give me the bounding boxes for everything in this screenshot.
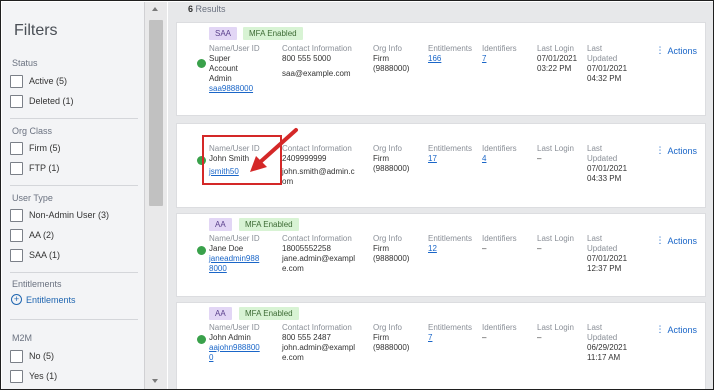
user-id-link[interactable]: saa9888000 xyxy=(209,84,260,94)
filter-option-non-admin[interactable]: Non-Admin User (3) xyxy=(10,207,109,223)
kebab-menu-icon: ⋮ xyxy=(655,45,664,55)
kebab-menu-icon: ⋮ xyxy=(655,235,664,245)
last-login-column: Last Login – xyxy=(537,144,574,163)
entitlements-link[interactable]: 12 xyxy=(428,244,472,254)
contact-column: Contact Information 800 555 5000 saa@exa… xyxy=(282,44,352,78)
name-column: Name/User ID Jane Doe janeadmin988 8000 xyxy=(209,234,260,273)
identifiers-column: Identifiers 4 xyxy=(482,144,517,164)
scroll-thumb[interactable] xyxy=(149,20,163,206)
name-column: Name/User ID John Admin aajohn988800 0 xyxy=(209,323,260,362)
actions-button[interactable]: ⋮ Actions xyxy=(655,145,697,156)
org-column: Org Info Firm (9888000) xyxy=(373,44,410,73)
role-tag: AA xyxy=(209,307,232,320)
kebab-menu-icon: ⋮ xyxy=(655,324,664,334)
results-panel: 6 Results SAA MFA Enabled Name/User ID S… xyxy=(168,2,713,389)
user-id-link[interactable]: janeadmin988 xyxy=(209,254,260,264)
checkbox[interactable] xyxy=(10,161,23,175)
user-type-section-label: User Type xyxy=(12,193,53,203)
filter-option-firm[interactable]: Firm (5) xyxy=(10,140,61,156)
entitlements-link[interactable]: 7 xyxy=(428,333,472,343)
role-tag: SAA xyxy=(209,27,238,40)
plus-circle-icon: + xyxy=(11,294,22,305)
filter-option-saa[interactable]: SAA (1) xyxy=(10,247,60,263)
contact-column: Contact Information 800 555 2487 john.ad… xyxy=(282,323,356,362)
last-updated-column: Last Updated 07/01/2021 04:32 PM xyxy=(587,44,628,83)
contact-column: Contact Information 18005552258 jane.adm… xyxy=(282,234,356,273)
user-card: AA MFA Enabled Name/User ID John Admin a… xyxy=(176,302,706,389)
filter-option-deleted[interactable]: Deleted (1) xyxy=(10,93,74,109)
entitlements-column: Entitlements 17 xyxy=(428,144,473,164)
user-card: Name/User ID John Smith jsmith50 Contact… xyxy=(176,123,706,208)
last-login-column: Last Login – xyxy=(537,323,574,342)
last-login-column: Last Login – xyxy=(537,234,574,253)
scroll-up-arrow-icon[interactable] xyxy=(152,7,158,11)
divider xyxy=(10,118,138,119)
identifiers-column: Identifiers 7 xyxy=(482,44,517,64)
filters-title: Filters xyxy=(14,22,58,39)
filter-option-active[interactable]: Active (5) xyxy=(10,73,67,89)
checkbox[interactable] xyxy=(10,369,23,383)
status-active-dot xyxy=(197,246,206,255)
entitlements-link[interactable]: 166 xyxy=(428,54,472,64)
entitlements-filter-link[interactable]: + Entitlements xyxy=(11,294,76,305)
org-class-section-label: Org Class xyxy=(12,126,53,136)
mfa-tag: MFA Enabled xyxy=(239,218,299,231)
scroll-down-arrow-icon[interactable] xyxy=(152,379,158,383)
org-column: Org Info Firm (9888000) xyxy=(373,323,410,352)
identifiers-link[interactable]: 7 xyxy=(482,54,517,64)
checkbox[interactable] xyxy=(10,74,23,88)
filter-option-m2m-yes[interactable]: Yes (1) xyxy=(10,368,57,384)
divider xyxy=(10,272,138,273)
status-active-dot xyxy=(197,59,206,68)
checkbox[interactable] xyxy=(10,208,23,222)
entitlements-column: Entitlements 7 xyxy=(428,323,473,343)
mfa-tag: MFA Enabled xyxy=(243,27,303,40)
m2m-section-label: M2M xyxy=(12,333,32,343)
sidebar-scrollbar[interactable] xyxy=(144,2,167,389)
kebab-menu-icon: ⋮ xyxy=(655,145,664,155)
filter-option-m2m-no[interactable]: No (5) xyxy=(10,348,54,364)
app-frame: Filters Status Active (5) Deleted (1) Or… xyxy=(0,0,714,390)
actions-button[interactable]: ⋮ Actions xyxy=(655,45,697,56)
name-column: Name/User ID Super Account Admin saa9888… xyxy=(209,44,260,94)
identifiers-link[interactable]: 4 xyxy=(482,154,517,164)
status-active-dot xyxy=(197,335,206,344)
role-tag: AA xyxy=(209,218,232,231)
org-column: Org Info Firm (9888000) xyxy=(373,144,410,173)
identifiers-column: Identifiers – xyxy=(482,234,517,253)
checkbox[interactable] xyxy=(10,248,23,262)
last-updated-column: Last Updated 07/01/2021 04:33 PM xyxy=(587,144,628,183)
last-updated-column: Last Updated 06/29/2021 11:17 AM xyxy=(587,323,628,362)
actions-button[interactable]: ⋮ Actions xyxy=(655,235,697,246)
entitlements-section-label: Entitlements xyxy=(12,279,62,289)
filters-sidebar: Filters Status Active (5) Deleted (1) Or… xyxy=(2,2,144,389)
identifiers-column: Identifiers – xyxy=(482,323,517,342)
mfa-tag: MFA Enabled xyxy=(239,307,299,320)
entitlements-link[interactable]: 17 xyxy=(428,154,472,164)
org-column: Org Info Firm (9888000) xyxy=(373,234,410,263)
checkbox[interactable] xyxy=(10,228,23,242)
user-id-link[interactable]: aajohn988800 xyxy=(209,343,260,353)
checkbox[interactable] xyxy=(10,94,23,108)
user-card: SAA MFA Enabled Name/User ID Super Accou… xyxy=(176,22,706,116)
last-updated-column: Last Updated 07/01/2021 12:37 PM xyxy=(587,234,628,273)
filter-option-aa[interactable]: AA (2) xyxy=(10,227,54,243)
user-card: AA MFA Enabled Name/User ID Jane Doe jan… xyxy=(176,213,706,297)
last-login-column: Last Login 07/01/2021 03:22 PM xyxy=(537,44,578,73)
entitlements-column: Entitlements 166 xyxy=(428,44,473,64)
status-section-label: Status xyxy=(12,58,38,68)
annotation-arrow-icon xyxy=(250,128,298,172)
entitlements-column: Entitlements 12 xyxy=(428,234,473,254)
filter-option-ftp[interactable]: FTP (1) xyxy=(10,160,59,176)
checkbox[interactable] xyxy=(10,141,23,155)
checkbox[interactable] xyxy=(10,349,23,363)
divider xyxy=(10,185,138,186)
results-count: 6 Results xyxy=(188,4,226,14)
actions-button[interactable]: ⋮ Actions xyxy=(655,324,697,335)
divider xyxy=(10,319,138,320)
